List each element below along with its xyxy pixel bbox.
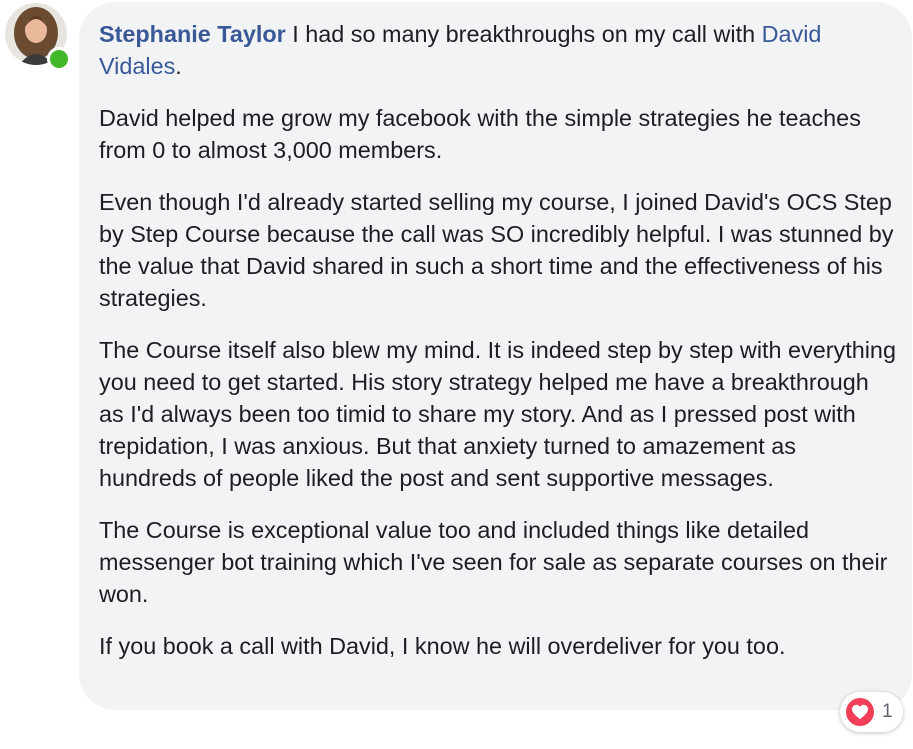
comment-body: Stephanie Taylor I had so many breakthro… (99, 18, 899, 662)
comment-paragraph: If you book a call with David, I know he… (99, 633, 786, 659)
comment-bubble: Stephanie Taylor I had so many breakthro… (79, 2, 912, 710)
comment-paragraph: The Course is exceptional value too and … (99, 517, 888, 607)
online-status-dot (47, 47, 71, 71)
avatar-wrapper[interactable] (5, 3, 71, 71)
comment-intro: Stephanie Taylor I had so many breakthro… (99, 18, 899, 82)
intro-text: I had so many breakthroughs on my call w… (285, 21, 762, 47)
comment-paragraph: The Course itself also blew my mind. It … (99, 337, 896, 491)
intro-end: . (175, 53, 182, 79)
reaction-summary[interactable]: 1 (840, 692, 903, 732)
reaction-count: 1 (882, 701, 893, 722)
author-name-link[interactable]: Stephanie Taylor (99, 21, 286, 47)
comment-paragraph: Even though I'd already started selling … (99, 189, 894, 311)
love-heart-icon (844, 696, 876, 728)
comment-paragraph: David helped me grow my facebook with th… (99, 105, 861, 163)
